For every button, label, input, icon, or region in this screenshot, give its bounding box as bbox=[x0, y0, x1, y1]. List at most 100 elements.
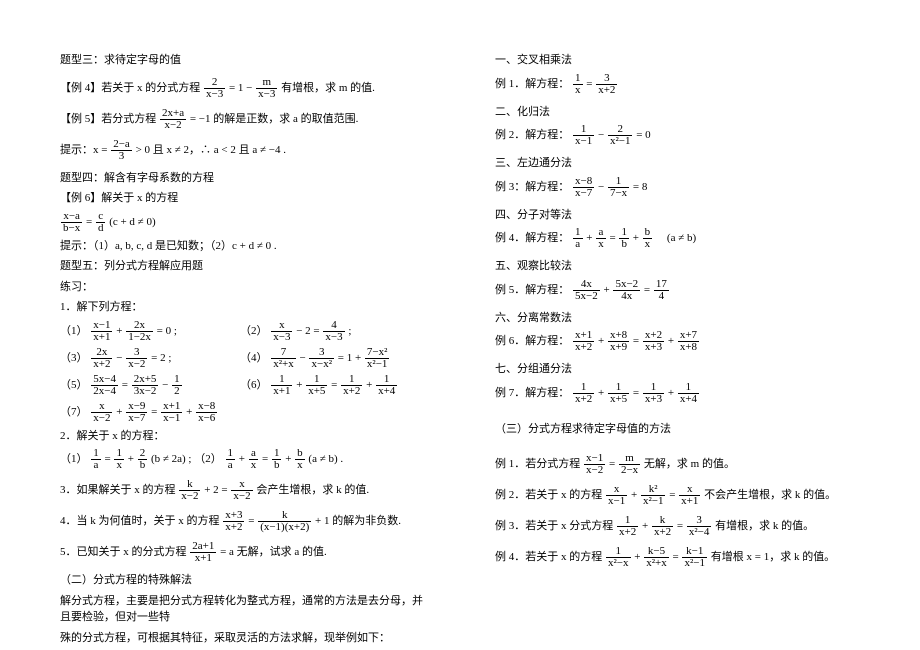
p1-row2: （3） 2xx+2 − 3x−2 = 2 ; （4） 7x²+x − 3x−x²… bbox=[60, 347, 425, 370]
m3-f2: 17−x bbox=[608, 176, 629, 199]
right-ex3: 例 3．若关于 x 分式方程 1x+2 + kx+2 = 3x²−4 有增根，求… bbox=[495, 515, 860, 538]
m6-f2: x+8x+9 bbox=[608, 330, 629, 353]
e4-prefix: 例 4．若关于 x 的方程 bbox=[495, 551, 605, 563]
p1-7-op3: + bbox=[186, 406, 195, 418]
p3: 3．如果解关于 x 的方程 kx−2 + 2 = xx−2 会产生增根，求 k … bbox=[60, 479, 425, 502]
m4-prefix: 例 4．解方程： bbox=[495, 232, 569, 244]
p1-3-tail: = 2 ; bbox=[151, 352, 171, 364]
p1-6-op1: + bbox=[296, 379, 305, 391]
e2-prefix: 例 2．若关于 x 的方程 bbox=[495, 489, 605, 501]
p1-5: （5） 5x−42x−4 = 2x+53x−2 − 12 bbox=[60, 374, 240, 397]
p1-4-mid: = 1 + bbox=[338, 352, 364, 364]
m7-op3: + bbox=[668, 387, 677, 399]
ex6-frac2: cd bbox=[96, 211, 106, 234]
e4-f2: k−5x²+x bbox=[644, 546, 669, 569]
method-3-title: 三、左边通分法 bbox=[495, 155, 860, 172]
p2-2-label: （2） bbox=[194, 453, 222, 465]
ex6-mid: = bbox=[86, 216, 95, 228]
p4-mid: = bbox=[248, 515, 257, 527]
p1-7-label: （7） bbox=[60, 406, 88, 418]
section-title-4: 题型四：解含有字母系数的方程 bbox=[60, 170, 425, 187]
p1-2-mid: − 2 = bbox=[296, 325, 322, 337]
m7-op1: + bbox=[598, 387, 607, 399]
p2-1-f2: 1x bbox=[114, 448, 124, 471]
example-5: 【例 5】若分式方程 2x+ax−2 = −1 的解是正数，求 a 的取值范围. bbox=[60, 108, 425, 131]
m1-prefix: 例 1．解方程： bbox=[495, 78, 569, 90]
p2-2-tail: (a ≠ b) . bbox=[308, 453, 343, 465]
method-4-eq: 例 4．解方程： 1a + ax = 1b + bx (a ≠ b) bbox=[495, 227, 860, 250]
p1-2-f2: 4x−3 bbox=[323, 320, 344, 343]
m7-f1: 1x+2 bbox=[573, 382, 594, 405]
p1-2-f1: xx−3 bbox=[271, 320, 292, 343]
ex6-suffix: (c + d ≠ 0) bbox=[109, 216, 155, 228]
p1-4-label: （4） bbox=[240, 352, 268, 364]
m5-prefix: 例 5．解方程： bbox=[495, 284, 569, 296]
m4-f1: 1a bbox=[573, 227, 583, 250]
e4-op2: = bbox=[673, 551, 682, 563]
e3-suffix: 有增根，求 k 的值。 bbox=[715, 520, 814, 532]
left-column: 题型三：求待定字母的值 【例 4】若关于 x 的分式方程 2x−3 = 1 − … bbox=[60, 50, 425, 648]
m5-f2: 5x−24x bbox=[613, 279, 640, 302]
p2-1-tail: (b ≠ 2a) ; bbox=[151, 453, 192, 465]
p1-5-op2: − bbox=[162, 379, 171, 391]
p1-3-f1: 2xx+2 bbox=[91, 347, 112, 370]
p1-7-f3: x+1x−1 bbox=[161, 401, 182, 424]
m4-f4: bx bbox=[643, 227, 653, 250]
m7-f4: 1x+4 bbox=[678, 382, 699, 405]
p1-row1: （1） x−1x+1 + 2x1−2x = 0 ; （2） xx−3 − 2 =… bbox=[60, 320, 425, 343]
m6-f4: x+7x+8 bbox=[678, 330, 699, 353]
p1-1-f1: x−1x+1 bbox=[91, 320, 112, 343]
e1-f1: x−1x−2 bbox=[584, 453, 605, 476]
p1-5-f1: 5x−42x−4 bbox=[91, 374, 118, 397]
e2-f2: k²x²−1 bbox=[641, 484, 666, 507]
m1-mid: = bbox=[586, 78, 595, 90]
p5: 5．已知关于 x 的分式方程 2a+1x+1 = a 无解，试求 a 的值. bbox=[60, 541, 425, 564]
m7-op2: = bbox=[633, 387, 642, 399]
m3-tail: = 8 bbox=[633, 181, 647, 193]
e1-suffix: 无解，求 m 的值。 bbox=[644, 458, 735, 470]
p1-row3: （5） 5x−42x−4 = 2x+53x−2 − 12 （6） 1x+1 + … bbox=[60, 374, 425, 397]
method-5-eq: 例 5．解方程： 4x5x−2 + 5x−24x = 174 bbox=[495, 279, 860, 302]
p2-title: 2．解关于 x 的方程： bbox=[60, 428, 425, 445]
p2-1-f1: 1a bbox=[91, 448, 101, 471]
method-3-eq: 例 3：解方程： x−8x−7 − 17−x = 8 bbox=[495, 176, 860, 199]
p3-prefix: 3．如果解关于 x 的方程 bbox=[60, 484, 178, 496]
p1-5-label: （5） bbox=[60, 379, 88, 391]
m4-tail: (a ≠ b) bbox=[656, 232, 696, 244]
method-4-title: 四、分子对等法 bbox=[495, 207, 860, 224]
p1-6-f1: 1x+1 bbox=[271, 374, 292, 397]
e4-op1: + bbox=[634, 551, 643, 563]
e4-suffix: 有增根 x = 1，求 k 的值。 bbox=[711, 551, 835, 563]
p2-2-op3: + bbox=[285, 453, 294, 465]
p4-suffix: + 1 的解为非负数. bbox=[315, 515, 401, 527]
method-1-eq: 例 1．解方程： 1x = 3x+2 bbox=[495, 73, 860, 96]
p1-6-f4: 1x+4 bbox=[376, 374, 397, 397]
right-ex1: 例 1．若分式方程 x−1x−2 = m2−x 无解，求 m 的值。 bbox=[495, 453, 860, 476]
p1-6-op2: = bbox=[331, 379, 340, 391]
e3-f3: 3x²−4 bbox=[687, 515, 712, 538]
m2-prefix: 例 2．解方程： bbox=[495, 129, 569, 141]
m4-op2: = bbox=[609, 232, 618, 244]
p2-2-op2: = bbox=[262, 453, 271, 465]
e3-f1: 1x+2 bbox=[617, 515, 638, 538]
p1-3-op1: − bbox=[116, 352, 125, 364]
m6-op1: + bbox=[598, 335, 607, 347]
p1-5-op1: = bbox=[122, 379, 131, 391]
p1-7-op1: + bbox=[116, 406, 125, 418]
hint-2: 提示：（1）a, b, c, d 是已知数；（2）c + d ≠ 0 . bbox=[60, 238, 425, 255]
method-1-title: 一、交叉相乘法 bbox=[495, 52, 860, 69]
p2-2-f4: bx bbox=[295, 448, 305, 471]
p3-suffix: 会产生增根，求 k 的值. bbox=[256, 484, 369, 496]
m5-op1: + bbox=[603, 284, 612, 296]
hint-1: 提示：x = 2−a3 > 0 且 x ≠ 2，∴ a < 2 且 a ≠ −4… bbox=[60, 139, 425, 162]
e2-f1: xx−1 bbox=[606, 484, 627, 507]
method-6-title: 六、分离常数法 bbox=[495, 310, 860, 327]
m2-f2: 2x²−1 bbox=[608, 124, 633, 147]
method-7-title: 七、分组通分法 bbox=[495, 361, 860, 378]
p5-prefix: 5．已知关于 x 的分式方程 bbox=[60, 546, 189, 558]
p4-prefix: 4．当 k 为何值时，关于 x 的方程 bbox=[60, 515, 222, 527]
p2-1-op1: = bbox=[105, 453, 114, 465]
right-ex2: 例 2．若关于 x 的方程 xx−1 + k²x²−1 = xx+1 不会产生增… bbox=[495, 484, 860, 507]
m4-f3: 1b bbox=[619, 227, 629, 250]
p4-f1: x+3x+2 bbox=[223, 510, 244, 533]
